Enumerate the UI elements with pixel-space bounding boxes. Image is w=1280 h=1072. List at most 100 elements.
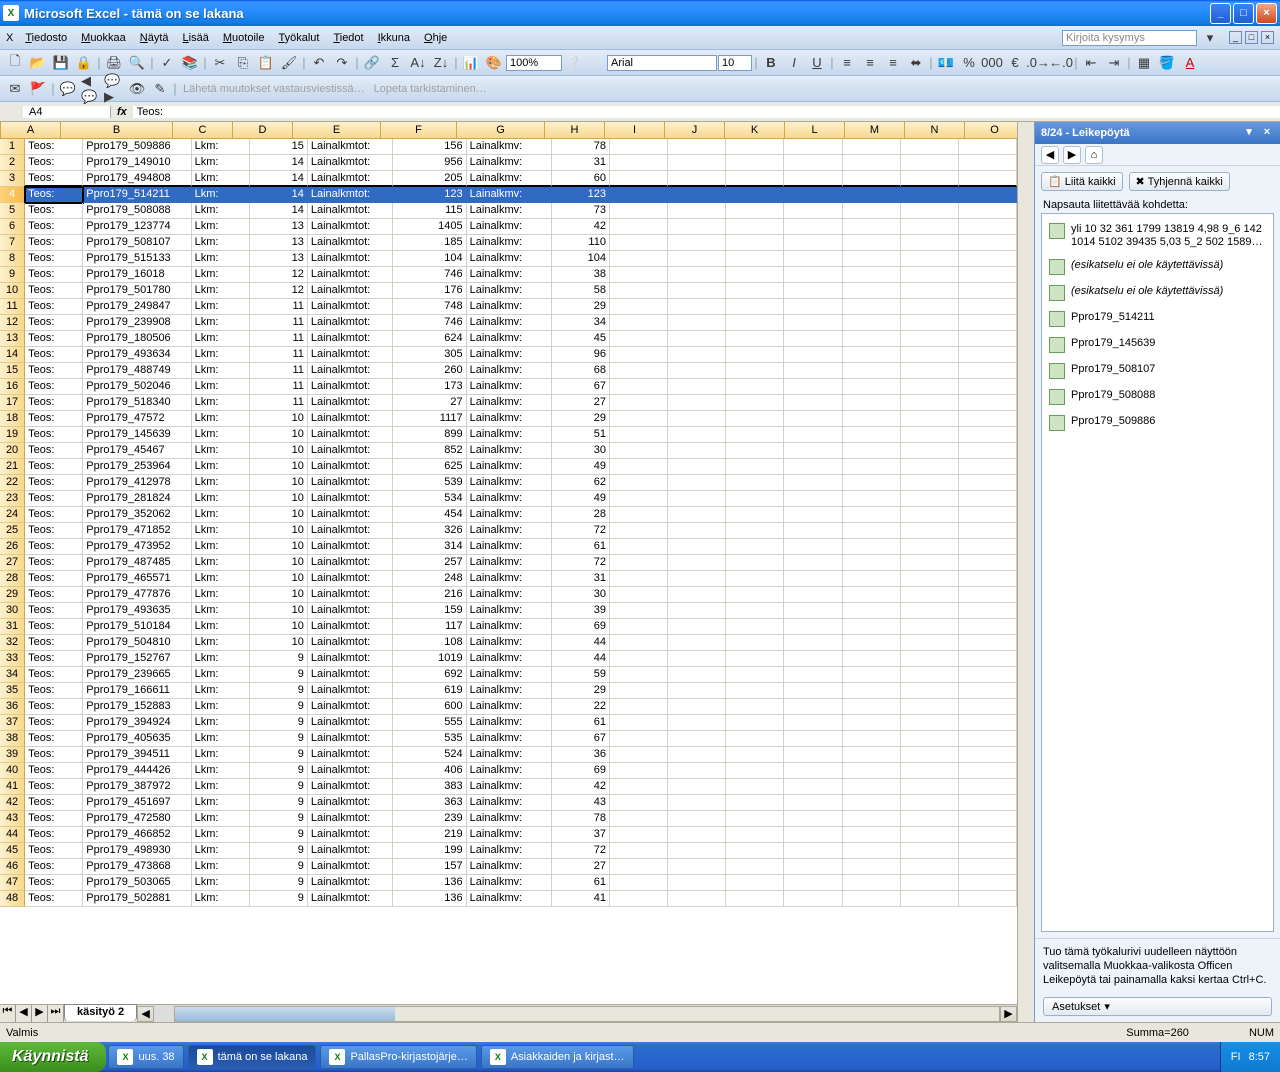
cell[interactable]: 27 [393,395,467,411]
cell[interactable]: 9 [250,731,308,747]
cell[interactable] [726,171,784,187]
cell[interactable] [726,699,784,715]
cell[interactable]: 104 [393,251,467,267]
cell[interactable]: Lainalkmtot: [308,555,393,571]
autosum-icon[interactable]: Σ [384,52,406,74]
cell[interactable]: 10 [250,539,308,555]
cell[interactable] [668,427,726,443]
cell[interactable]: Lainalkmtot: [308,667,393,683]
cell[interactable]: 14 [250,171,308,187]
cell[interactable]: Lkm: [192,363,250,379]
row-header[interactable]: 44 [0,827,25,843]
row-header[interactable]: 46 [0,859,25,875]
cell[interactable]: Ppro179_47572 [83,411,191,427]
cell[interactable] [843,603,901,619]
cell[interactable] [901,427,959,443]
cell[interactable]: Lainalkmv: [467,203,552,219]
cell[interactable] [901,891,959,907]
cell[interactable]: Lainalkmtot: [308,731,393,747]
format-painter-icon[interactable]: 🖌 [278,52,300,74]
cell[interactable] [959,395,1017,411]
cell[interactable]: 205 [393,171,467,187]
cell[interactable]: Lainalkmv: [467,875,552,891]
cell[interactable] [726,315,784,331]
cell[interactable]: 9 [250,715,308,731]
cell[interactable]: Lkm: [192,523,250,539]
cell[interactable]: Lainalkmtot: [308,251,393,267]
cell[interactable] [901,875,959,891]
cell[interactable]: 624 [393,331,467,347]
cell[interactable] [901,859,959,875]
cell[interactable]: Teos: [25,315,83,331]
cell[interactable] [726,443,784,459]
cell[interactable] [901,635,959,651]
cell[interactable]: Lainalkmtot: [308,219,393,235]
cell[interactable]: Lainalkmv: [467,811,552,827]
table-row[interactable]: 41Teos:Ppro179_387972Lkm:9Lainalkmtot:38… [0,779,1017,795]
clipboard-item[interactable]: yli 10 32 361 1799 13819 4,98 9_6 142 10… [1046,218,1269,254]
cell[interactable]: Lkm: [192,443,250,459]
col-header-C[interactable]: C [173,122,233,138]
cell[interactable] [843,539,901,555]
col-header-A[interactable]: A [1,122,61,138]
cell[interactable]: Ppro179_166611 [83,683,191,699]
cell[interactable]: Ppro179_239665 [83,667,191,683]
cell[interactable]: 248 [393,571,467,587]
cell[interactable]: Ppro179_518340 [83,395,191,411]
cell[interactable]: 746 [393,267,467,283]
cell[interactable]: Lkm: [192,155,250,171]
cell[interactable] [843,843,901,859]
cell[interactable]: Ppro179_473952 [83,539,191,555]
cell[interactable] [668,555,726,571]
cell[interactable]: Ppro179_515133 [83,251,191,267]
cell[interactable] [843,267,901,283]
cell[interactable]: 1405 [393,219,467,235]
cell[interactable] [610,283,668,299]
cell[interactable]: 136 [393,891,467,907]
cell[interactable]: 9 [250,811,308,827]
italic-icon[interactable]: I [783,52,805,74]
cell[interactable] [784,603,842,619]
cell[interactable] [668,859,726,875]
close-button[interactable]: × [1256,3,1277,24]
row-header[interactable]: 23 [0,491,25,507]
cell[interactable] [784,283,842,299]
cell[interactable] [901,203,959,219]
print-preview-icon[interactable]: 🔍 [126,52,148,74]
cell[interactable]: Lainalkmv: [467,651,552,667]
hscroll-left-icon[interactable]: ◀ [137,1006,154,1022]
row-header[interactable]: 34 [0,667,25,683]
cell[interactable] [610,731,668,747]
cell[interactable] [726,347,784,363]
cell[interactable]: Teos: [25,539,83,555]
cell[interactable]: 185 [393,235,467,251]
cell[interactable]: 123 [552,187,610,203]
cell[interactable] [784,267,842,283]
cell[interactable]: Lkm: [192,651,250,667]
cell[interactable]: Lainalkmtot: [308,235,393,251]
fx-icon[interactable]: fx [111,106,133,118]
cell[interactable]: Ppro179_473868 [83,859,191,875]
cell[interactable]: Lainalkmv: [467,715,552,731]
cell[interactable]: 49 [552,459,610,475]
cell[interactable] [668,635,726,651]
table-row[interactable]: 20Teos:Ppro179_45467Lkm:10Lainalkmtot:85… [0,443,1017,459]
col-header-B[interactable]: B [61,122,173,138]
cell[interactable]: 326 [393,523,467,539]
cell[interactable]: 9 [250,875,308,891]
cell[interactable] [959,171,1017,187]
cell[interactable]: 72 [552,843,610,859]
cell[interactable] [901,715,959,731]
table-row[interactable]: 32Teos:Ppro179_504810Lkm:10Lainalkmtot:1… [0,635,1017,651]
cell[interactable] [784,251,842,267]
cell[interactable] [959,699,1017,715]
cell[interactable]: 15 [250,139,308,155]
cell[interactable]: Lainalkmv: [467,859,552,875]
cell[interactable]: 176 [393,283,467,299]
cell[interactable]: 11 [250,347,308,363]
cell[interactable] [784,875,842,891]
cell[interactable]: Lainalkmtot: [308,427,393,443]
row-header[interactable]: 21 [0,459,25,475]
cell[interactable] [726,187,784,203]
menu-tiedot[interactable]: Tiedot [326,30,370,46]
